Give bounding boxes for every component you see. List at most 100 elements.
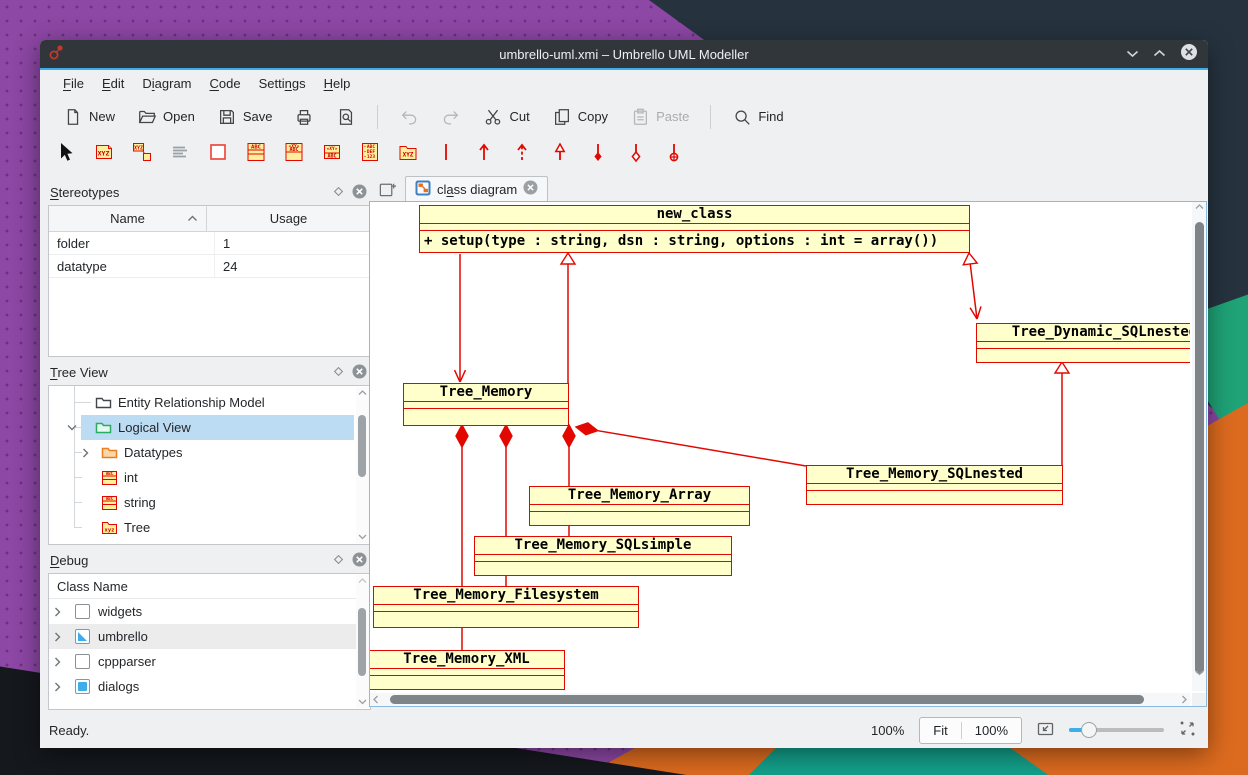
close-panel-icon[interactable]	[352, 552, 367, 570]
tree-expander-icon[interactable]	[54, 657, 61, 667]
tree-view-scrollbar[interactable]	[356, 387, 369, 543]
vertical-scrollbar[interactable]	[1192, 202, 1206, 691]
zoom-slider[interactable]	[1069, 722, 1164, 738]
uml-class-Tree_Memory_Filesystem[interactable]: Tree_Memory_Filesystem	[373, 586, 639, 628]
minimize-button[interactable]	[1126, 45, 1139, 63]
scrollbar-thumb[interactable]	[390, 695, 1144, 704]
tree-item-string[interactable]: ABCstring	[49, 490, 370, 515]
scrollbar-thumb[interactable]	[358, 608, 366, 676]
debug-item-umbrello[interactable]: umbrello	[49, 624, 370, 649]
menu-code[interactable]: Code	[201, 73, 250, 94]
tree-expander-icon[interactable]	[54, 632, 61, 642]
menu-settings[interactable]: Settings	[250, 73, 315, 94]
association-tool[interactable]	[434, 142, 458, 166]
menu-edit[interactable]: Edit	[93, 73, 133, 94]
scroll-down-icon[interactable]	[1192, 670, 1206, 676]
scroll-up-icon[interactable]	[356, 387, 369, 399]
class-tool[interactable]: ABC	[244, 142, 268, 166]
uml-class-Tree_Memory_XML[interactable]: Tree_Memory_XML	[370, 650, 565, 690]
debug-column-header[interactable]: Class Name	[49, 574, 370, 599]
enum-tool[interactable]: ABCDEF123	[358, 142, 382, 166]
containment-tool[interactable]	[662, 142, 686, 166]
tree-item-tree[interactable]: xyzTree	[49, 515, 370, 540]
horizontal-scrollbar[interactable]	[370, 693, 1190, 706]
fit-button[interactable]: Fit	[920, 718, 960, 743]
debug-scrollbar[interactable]	[356, 575, 369, 708]
anchor-tool[interactable]: XYZ	[130, 142, 154, 166]
composition-tool[interactable]	[624, 142, 648, 166]
checkbox-checked[interactable]	[75, 679, 90, 694]
note-tool[interactable]: XYZ	[92, 142, 116, 166]
checkbox-unchecked[interactable]	[75, 604, 90, 619]
open-button[interactable]: Open	[128, 102, 204, 132]
tree-item-entity-relationship-model[interactable]: Entity Relationship Model	[49, 390, 370, 415]
menu-diagram[interactable]: Diagram	[133, 73, 200, 94]
new-button[interactable]: New	[54, 102, 124, 132]
fullscreen-icon[interactable]	[1179, 720, 1196, 740]
uml-class-Tree_Memory_Array[interactable]: Tree_Memory_Array	[529, 486, 750, 526]
scrollbar-thumb[interactable]	[1195, 222, 1204, 674]
interface-tool[interactable]: «XY»ABC	[282, 142, 306, 166]
zoom-100-button[interactable]: 100%	[962, 718, 1021, 743]
save-button[interactable]: Save	[208, 102, 282, 132]
column-header-name[interactable]: Name	[49, 206, 207, 231]
scroll-up-icon[interactable]	[356, 575, 369, 587]
scroll-down-icon[interactable]	[356, 696, 369, 708]
debug-item-dialogs[interactable]: dialogs	[49, 674, 370, 699]
uml-class-Tree_Memory[interactable]: Tree_Memory	[403, 383, 569, 426]
float-panel-icon[interactable]	[333, 185, 344, 200]
print-preview-button[interactable]	[327, 102, 365, 132]
directed-association-tool[interactable]	[472, 142, 496, 166]
copy-button[interactable]: Copy	[543, 102, 617, 132]
close-button[interactable]	[1180, 43, 1198, 66]
generalization-tool[interactable]	[548, 142, 572, 166]
tree-item-datatypes[interactable]: Datatypes	[49, 440, 370, 465]
stereotype-row[interactable]: folder1	[49, 232, 370, 255]
tree-item-int[interactable]: ABCint	[49, 465, 370, 490]
close-panel-icon[interactable]	[352, 364, 367, 382]
text-tool[interactable]	[168, 142, 192, 166]
debug-item-widgets[interactable]: widgets	[49, 599, 370, 624]
select-arrow-tool[interactable]	[54, 142, 78, 166]
checkbox-unchecked[interactable]	[75, 654, 90, 669]
tree-expander-icon[interactable]	[54, 607, 61, 617]
maximize-button[interactable]	[1153, 45, 1166, 63]
new-tab-button[interactable]	[375, 178, 399, 200]
stereotypes-panel-header[interactable]: Stereotypes	[48, 180, 371, 205]
scroll-up-icon[interactable]	[1192, 204, 1206, 210]
find-button[interactable]: Find	[723, 102, 792, 132]
tree-expander-icon[interactable]	[67, 424, 77, 431]
scroll-down-icon[interactable]	[356, 531, 369, 543]
menu-file[interactable]: File	[54, 73, 93, 94]
tab-class-diagram[interactable]: class diagram	[405, 176, 548, 201]
uml-class-Tree_Dynamic_SQLnested[interactable]: Tree_Dynamic_SQLnested	[976, 323, 1190, 363]
stereotype-row[interactable]: datatype24	[49, 255, 370, 278]
uml-class-new_class[interactable]: new_class+ setup(type : string, dsn : st…	[419, 205, 970, 253]
slider-knob[interactable]	[1081, 722, 1097, 738]
checkbox-partial[interactable]	[75, 629, 90, 644]
scroll-left-icon[interactable]	[373, 693, 379, 706]
debug-panel-header[interactable]: Debug	[48, 548, 371, 573]
tree-item-logical-view[interactable]: Logical View	[49, 415, 370, 440]
menu-help[interactable]: Help	[315, 73, 360, 94]
column-header-usage[interactable]: Usage	[207, 206, 370, 231]
cut-button[interactable]: Cut	[474, 102, 538, 132]
uml-class-Tree_Memory_SQLnested[interactable]: Tree_Memory_SQLnested	[806, 465, 1063, 505]
dependency-tool[interactable]	[510, 142, 534, 166]
tree-expander-icon[interactable]	[82, 448, 89, 458]
scroll-right-icon[interactable]	[1181, 693, 1187, 706]
aggregation-tool[interactable]	[586, 142, 610, 166]
box-tool[interactable]	[206, 142, 230, 166]
debug-item-cppparser[interactable]: cppparser	[49, 649, 370, 674]
float-panel-icon[interactable]	[333, 365, 344, 380]
float-panel-icon[interactable]	[333, 553, 344, 568]
titlebar[interactable]: umbrello-uml.xmi – Umbrello UML Modeller	[40, 40, 1208, 68]
package-tool[interactable]: XYZ	[396, 142, 420, 166]
print-button[interactable]	[285, 102, 323, 132]
close-panel-icon[interactable]	[352, 184, 367, 202]
tree-view-panel-header[interactable]: Tree View	[48, 360, 371, 385]
datatype-tool[interactable]: «XY»ABC	[320, 142, 344, 166]
tree-expander-icon[interactable]	[54, 682, 61, 692]
uml-class-Tree_Memory_SQLsimple[interactable]: Tree_Memory_SQLsimple	[474, 536, 732, 576]
diagram-canvas[interactable]: new_class+ setup(type : string, dsn : st…	[370, 202, 1190, 691]
